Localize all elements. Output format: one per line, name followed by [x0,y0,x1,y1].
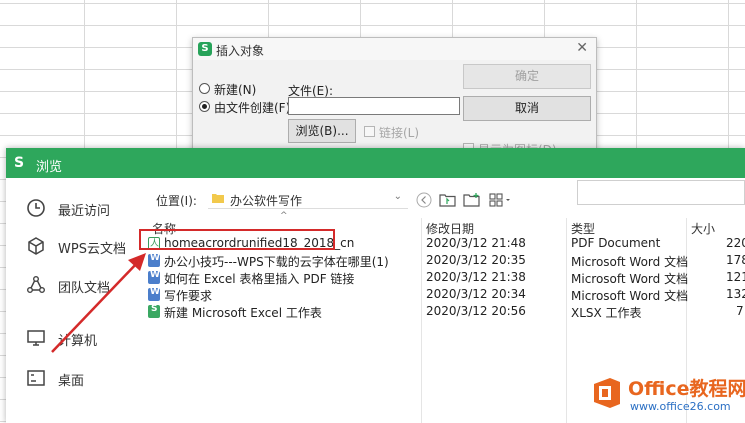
insert-dialog-title: 插入对象 [216,44,265,58]
office-logo-icon [594,378,620,408]
team-icon [27,276,45,293]
file-row[interactable]: 办公小技巧---WPS下载的云字体在哪里(1) 2020/3/12 20:35 … [143,252,745,269]
file-date: 2020/3/12 21:48 [426,236,526,250]
word-file-icon [148,253,160,267]
file-name: 新建 Microsoft Excel 工作表 [164,306,322,320]
sidebar-item-recent[interactable]: 最近访问 [26,196,143,220]
location-value: 办公软件写作 [230,194,303,208]
radio-new[interactable] [199,83,210,94]
sidebar-item-label: 计算机 [58,334,98,349]
file-row[interactable]: 新建 Microsoft Excel 工作表 2020/3/12 20:56 X… [143,303,745,320]
browse-titlebar: S 浏览 [6,148,745,178]
view-mode-icon[interactable] [489,192,513,208]
wps-logo-icon: S [14,155,25,171]
sidebar-item-label: 团队文档 [58,281,111,296]
radio-from-file-label: 由文件创建(F) [214,101,291,115]
file-path-input[interactable] [288,97,460,115]
location-dropdown[interactable]: 办公软件写作 ⌄ [208,189,408,209]
file-date: 2020/3/12 21:38 [426,270,526,284]
sidebar-item-team[interactable]: 团队文档 [26,273,143,297]
file-row[interactable]: 写作要求 2020/3/12 20:34 Microsoft Word 文档 1… [143,286,745,303]
word-file-icon [148,287,160,301]
insert-dialog-titlebar: S 插入对象 ✕ [193,38,596,60]
file-type: Microsoft Word 文档 [571,255,689,269]
browse-sidebar: 最近访问 WPS云文档 团队文档 计算机 桌面 [6,178,143,423]
browse-button[interactable]: 浏览(B)... [288,119,356,143]
file-size: 132 [726,287,745,301]
file-name: 写作要求 [164,289,213,303]
watermark-url: www.office26.com [630,400,731,413]
link-checkbox[interactable] [364,126,375,137]
browse-dialog-title: 浏览 [36,160,63,175]
sidebar-item-label: 最近访问 [58,204,111,219]
link-checkbox-label: 链接(L) [379,126,420,140]
file-name: 如何在 Excel 表格里插入 PDF 链接 [164,272,355,286]
file-date: 2020/3/12 20:35 [426,253,526,267]
cancel-button[interactable]: 取消 [463,96,591,121]
file-type: Microsoft Word 文档 [571,272,689,286]
file-type: PDF Document [571,236,661,250]
search-input[interactable] [577,180,745,205]
ok-button[interactable]: 确定 [463,64,591,89]
location-label: 位置(I): [156,194,197,208]
file-date: 2020/3/12 20:56 [426,304,526,318]
cube-icon [28,237,44,255]
sort-up-icon: ^ [280,211,288,221]
file-size: 178 [726,253,745,267]
file-type: Microsoft Word 文档 [571,289,689,303]
excel-file-icon [148,304,160,318]
file-size: 121 [726,270,745,284]
folder-icon [212,194,224,203]
radio-from-file[interactable] [199,101,210,112]
watermark-title: Office教程网 [628,378,745,400]
file-size: 220 [726,236,745,250]
insert-object-dialog: S 插入对象 ✕ 新建(N) 由文件创建(F) 文件(E): 浏览(B)... … [192,37,597,162]
chevron-down-icon: ⌄ [393,191,402,202]
back-icon[interactable] [415,192,433,208]
up-folder-icon[interactable] [439,192,457,208]
sidebar-item-label: WPS云文档 [58,242,126,257]
watermark: Office教程网 www.office26.com [590,372,745,420]
annotation-highlight-box [139,229,335,250]
desktop-icon [27,370,45,386]
sidebar-item-label: 桌面 [58,374,85,389]
file-size: 7 [736,304,744,318]
radio-new-label: 新建(N) [214,83,257,97]
close-icon[interactable]: ✕ [576,40,588,56]
file-name: 办公小技巧---WPS下载的云字体在哪里(1) [164,255,389,269]
wps-logo-icon: S [198,42,212,56]
sidebar-item-computer[interactable]: 计算机 [26,326,143,350]
word-file-icon [148,270,160,284]
file-row[interactable]: 如何在 Excel 表格里插入 PDF 链接 2020/3/12 21:38 M… [143,269,745,286]
computer-icon [27,330,45,346]
new-folder-icon[interactable] [463,192,481,208]
file-date: 2020/3/12 20:34 [426,287,526,301]
clock-icon [27,199,45,217]
sidebar-item-wps-cloud[interactable]: WPS云文档 [26,234,143,258]
file-type: XLSX 工作表 [571,306,642,320]
sidebar-item-desktop[interactable]: 桌面 [26,366,143,390]
